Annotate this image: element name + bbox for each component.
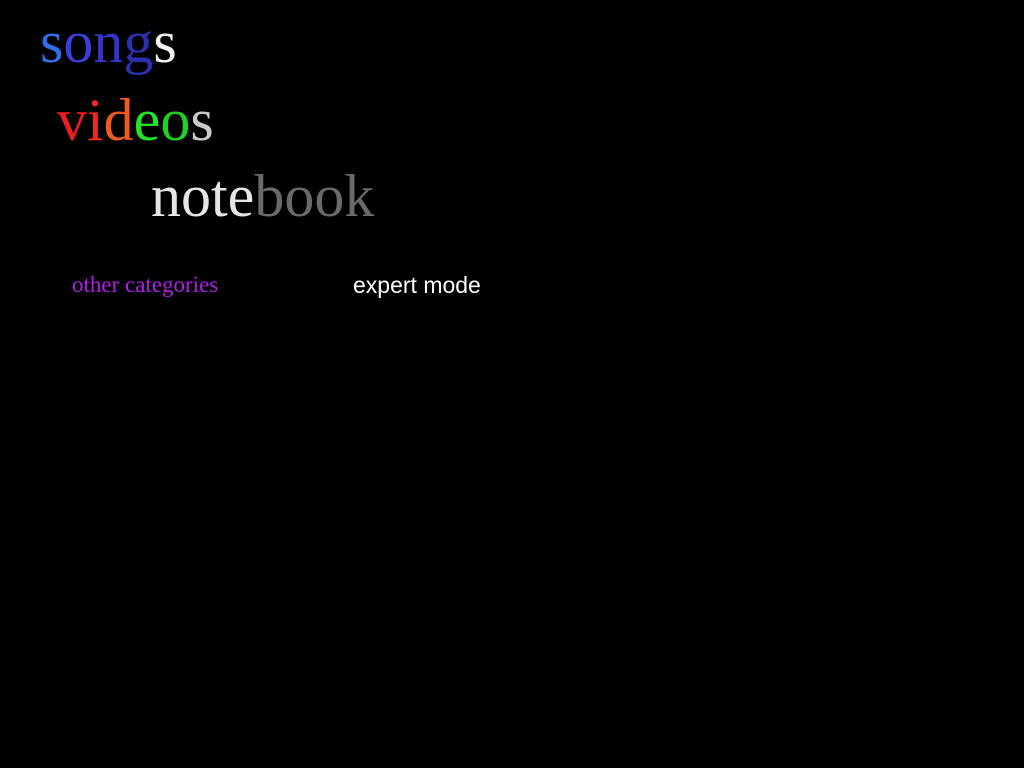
- main-screen: songs videos notebook other categories e…: [0, 0, 1024, 768]
- other-categories-link[interactable]: other categories: [72, 272, 218, 298]
- videos-letter: i: [87, 87, 104, 153]
- notebook-letter: o: [314, 163, 345, 229]
- notebook-letter: o: [284, 163, 315, 229]
- videos-letter: s: [190, 87, 214, 153]
- notebook-letter: o: [181, 163, 211, 229]
- videos-letter: v: [57, 87, 87, 153]
- videos-letter: o: [160, 87, 191, 153]
- notebook-letter: n: [151, 163, 181, 229]
- songs-link[interactable]: songs: [40, 12, 177, 72]
- notebook-letter: b: [254, 163, 285, 229]
- notebook-letter: t: [211, 163, 228, 229]
- songs-letter: s: [40, 9, 64, 75]
- songs-letter: s: [153, 9, 177, 75]
- expert-mode-link[interactable]: expert mode: [353, 272, 481, 299]
- notebook-letter: e: [227, 163, 255, 229]
- songs-letter: o: [63, 9, 94, 75]
- notebook-letter: k: [344, 163, 375, 229]
- notebook-link[interactable]: notebook: [151, 166, 374, 226]
- videos-link[interactable]: videos: [57, 90, 214, 150]
- videos-letter: d: [103, 87, 134, 153]
- videos-letter: e: [133, 87, 161, 153]
- songs-letter: g: [123, 9, 154, 75]
- songs-letter: n: [93, 9, 124, 75]
